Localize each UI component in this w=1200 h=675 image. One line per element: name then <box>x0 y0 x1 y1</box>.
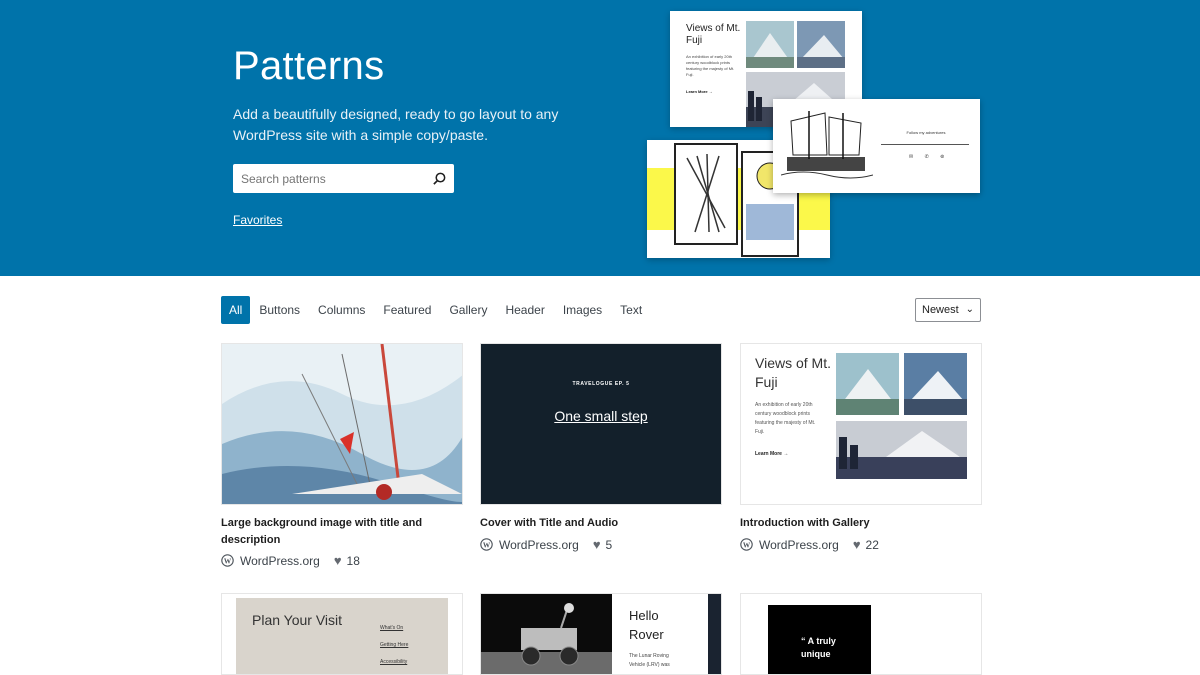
hero-preview-fuji-desc: An exhibition of early 20th century wood… <box>686 54 735 77</box>
search-icon[interactable] <box>432 171 447 186</box>
svg-text:W: W <box>743 540 751 549</box>
author-link[interactable]: WordPress.org <box>499 538 579 552</box>
lunar-rover-image <box>481 594 612 674</box>
like-count: 5 <box>605 537 613 552</box>
heart-icon[interactable]: ♥ <box>853 537 861 552</box>
vintage-photo-image <box>236 598 448 674</box>
favorites-link[interactable]: Favorites <box>233 213 282 227</box>
search-input[interactable] <box>233 164 423 193</box>
pattern-meta: W WordPress.org ♥ 5 <box>480 537 612 552</box>
sort-select[interactable]: Newest ⌄ <box>915 298 981 322</box>
preview-title: Plan Your Visit <box>252 612 343 628</box>
sort-label: Newest <box>922 304 959 316</box>
tab-gallery[interactable]: Gallery <box>440 296 496 324</box>
social-icons: ✉ ✆ ⊚ <box>909 154 950 160</box>
like-count: 18 <box>346 553 360 568</box>
tab-buttons[interactable]: Buttons <box>250 296 309 324</box>
tab-images[interactable]: Images <box>554 296 611 324</box>
search-box <box>233 164 454 193</box>
tab-columns[interactable]: Columns <box>309 296 374 324</box>
preview-link: Learn More → <box>755 451 789 457</box>
sailboat-watercolor-image <box>222 344 462 504</box>
tab-text[interactable]: Text <box>611 296 651 324</box>
author-link[interactable]: WordPress.org <box>759 538 839 552</box>
hero-preview-fuji-link: Learn More → <box>686 89 713 94</box>
hero-banner: Patterns Add a beautifully designed, rea… <box>0 0 1200 276</box>
wordpress-icon: W <box>740 538 753 551</box>
wordpress-icon: W <box>221 554 234 567</box>
hero-preview-ship: Follow my adventures ✉ ✆ ⊚ <box>773 99 980 193</box>
follow-label: Follow my adventures <box>906 130 946 135</box>
svg-text:W: W <box>483 540 491 549</box>
hero-description: Add a beautifully designed, ready to go … <box>233 106 559 143</box>
heart-icon[interactable]: ♥ <box>334 553 342 568</box>
like-count: 22 <box>865 537 879 552</box>
tab-all[interactable]: All <box>221 296 251 324</box>
preview-quote: “ A truly unique <box>801 636 836 659</box>
image-strip <box>708 594 721 674</box>
pattern-thumbnail[interactable] <box>221 343 463 505</box>
divider <box>881 144 969 145</box>
svg-text:W: W <box>224 556 232 565</box>
page-title: Patterns <box>233 44 385 88</box>
heart-icon[interactable]: ♥ <box>593 537 601 552</box>
pattern-thumbnail[interactable]: Plan Your Visit What's On Getting Here A… <box>221 593 463 675</box>
preview-link: Accessibility <box>380 659 408 665</box>
preview-description: An exhibition of early 20th century wood… <box>755 402 816 435</box>
pattern-thumbnail[interactable]: “ A truly unique <box>740 593 982 675</box>
pattern-thumbnail[interactable]: Views of Mt. Fuji An exhibition of early… <box>740 343 982 505</box>
preview-title: Views of Mt. Fuji <box>755 355 831 390</box>
chevron-down-icon: ⌄ <box>965 304 974 315</box>
preview-title: Hello Rover <box>629 608 664 642</box>
preview-kicker: TRAVELOGUE EP. 5 <box>572 381 630 387</box>
pattern-title[interactable]: Introduction with Gallery <box>740 515 980 532</box>
pattern-meta: W WordPress.org ♥ 22 <box>740 537 879 552</box>
ship-illustration <box>781 111 873 179</box>
preview-link: Getting Here <box>380 642 409 648</box>
preview-title: One small step <box>554 408 648 424</box>
pattern-thumbnail[interactable]: Hello Rover The Lunar Roving Vehicle (LR… <box>480 593 722 675</box>
fuji-gallery-image <box>836 353 967 479</box>
pattern-meta: W WordPress.org ♥ 18 <box>221 553 360 568</box>
category-filter: All Buttons Columns Featured Gallery Hea… <box>221 296 651 324</box>
pattern-title[interactable]: Cover with Title and Audio <box>480 515 720 532</box>
pattern-title[interactable]: Large background image with title and de… <box>221 515 461 549</box>
tab-featured[interactable]: Featured <box>374 296 440 324</box>
preview-description: The Lunar Roving Vehicle (LRV) was <box>629 653 670 668</box>
wordpress-icon: W <box>480 538 493 551</box>
quote-block: “ A truly unique <box>768 605 871 674</box>
pattern-thumbnail[interactable]: TRAVELOGUE EP. 5 One small step <box>480 343 722 505</box>
preview-link: What's On <box>380 625 404 631</box>
author-link[interactable]: WordPress.org <box>240 554 320 568</box>
tab-header[interactable]: Header <box>496 296 553 324</box>
preview-links: What's On Getting Here Accessibility <box>380 620 408 671</box>
